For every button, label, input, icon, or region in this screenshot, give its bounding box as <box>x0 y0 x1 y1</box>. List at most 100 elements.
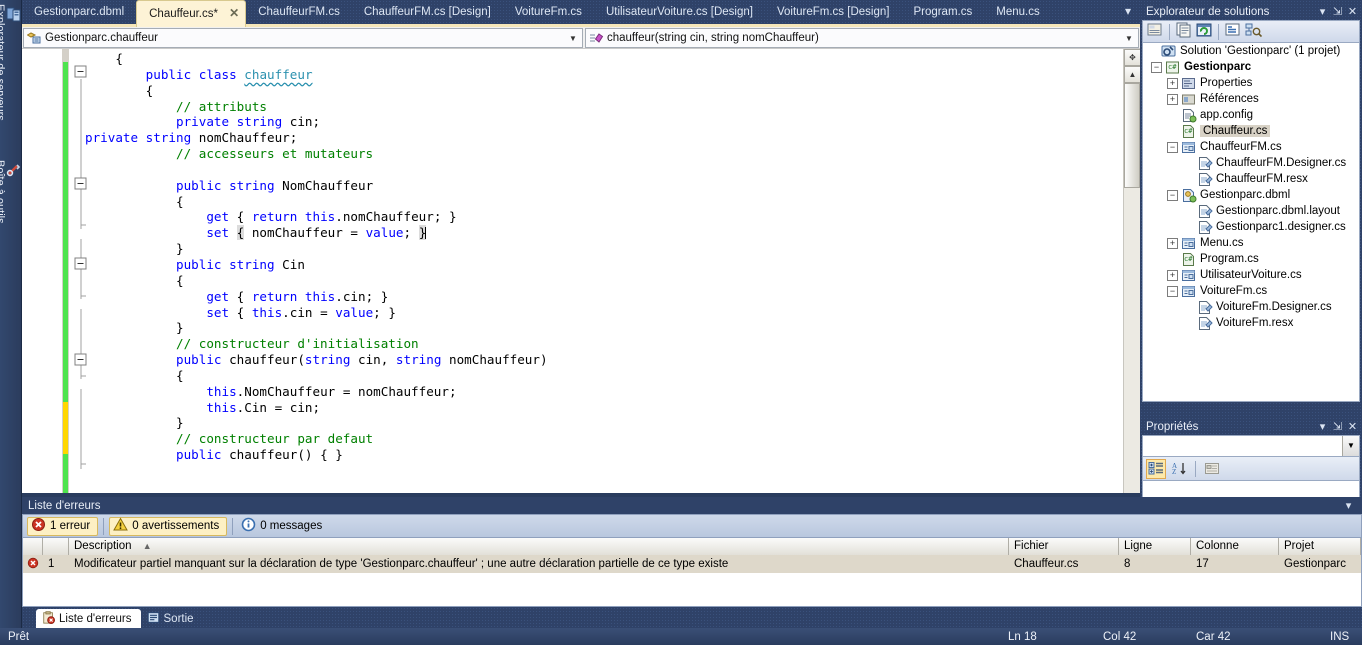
filter-messages-button[interactable]: 0 messages <box>238 517 329 536</box>
col-number[interactable] <box>43 538 69 555</box>
error-list-table[interactable]: Description ▲ Fichier Ligne Colonne Proj… <box>22 538 1362 607</box>
form-icon <box>1181 140 1197 155</box>
scroll-split-button[interactable]: ✥ <box>1124 49 1140 66</box>
class-diagram-icon[interactable] <box>1244 22 1262 41</box>
chevron-down-icon[interactable]: ▼ <box>1122 29 1136 47</box>
close-icon[interactable]: ✕ <box>229 6 239 20</box>
tree-item-gestionparc1-designer-cs[interactable]: Gestionparc1.designer.cs <box>1143 219 1359 235</box>
table-row[interactable]: 1 Modificateur partiel manquant sur la d… <box>23 555 1361 573</box>
code-line: } <box>85 415 184 430</box>
member-selector-dropdown[interactable]: chauffeur(string cin, string nomChauffeu… <box>585 28 1139 48</box>
scroll-up-arrow-icon[interactable]: ▲ <box>1124 66 1140 83</box>
editor-vertical-scrollbar[interactable]: ✥ ▲ <box>1123 49 1140 493</box>
tree-item-chauffeurfm-resx[interactable]: ChauffeurFM.resx <box>1143 171 1359 187</box>
editor-tab-gestionparc-dbml[interactable]: Gestionparc.dbml <box>22 0 136 24</box>
tree-item-voiturefm-designer-cs[interactable]: VoitureFm.Designer.cs <box>1143 299 1359 315</box>
col-icon[interactable] <box>23 538 43 555</box>
col-line[interactable]: Ligne <box>1119 538 1191 555</box>
close-icon[interactable]: ✕ <box>1345 5 1360 18</box>
expand-expander[interactable]: + <box>1167 270 1178 281</box>
expand-expander[interactable]: + <box>1167 238 1178 249</box>
row-column: 17 <box>1191 558 1279 570</box>
tree-item-label: Gestionparc.dbml <box>1200 189 1290 201</box>
vertical-tab-server-explorer[interactable]: Explorateur de serveurs <box>0 0 22 150</box>
designer-file-icon <box>1197 204 1213 219</box>
close-icon[interactable]: ✕ <box>1345 420 1360 433</box>
editor-tab-chauffeurfm-cs[interactable]: ChauffeurFM.cs <box>246 0 352 24</box>
editor-tab-menu-cs[interactable]: Menu.cs <box>984 0 1051 24</box>
editor-tab-program-cs[interactable]: Program.cs <box>901 0 984 24</box>
col-column[interactable]: Colonne <box>1191 538 1279 555</box>
col-file[interactable]: Fichier <box>1009 538 1119 555</box>
code-line: { <box>85 194 184 209</box>
tree-item-project-gestionparc[interactable]: − c# Gestionparc <box>1143 59 1359 75</box>
code-line: } <box>85 320 184 335</box>
code-line: // constructeur d'initialisation <box>85 336 419 351</box>
tree-item-chauffeur-cs[interactable]: c# Chauffeur.cs <box>1143 123 1359 139</box>
tree-item-chauffeurfm-designer-cs[interactable]: ChauffeurFM.Designer.cs <box>1143 155 1359 171</box>
filter-warnings-button[interactable]: 0 avertissements <box>109 517 227 536</box>
tree-item-gestionparc-dbml-layout[interactable]: Gestionparc.dbml.layout <box>1143 203 1359 219</box>
tree-item-utilisateurvoiture-cs[interactable]: + UtilisateurVoiture.cs <box>1143 267 1359 283</box>
collapse-expander[interactable]: − <box>1151 62 1162 73</box>
tab-overflow-chevron-down-icon[interactable]: ▾ <box>1120 4 1136 20</box>
collapse-expander[interactable]: − <box>1167 142 1178 153</box>
code-line: { <box>85 83 153 98</box>
editor-tab-voiturefm-design[interactable]: VoitureFm.cs [Design] <box>765 0 901 24</box>
chevron-down-icon[interactable]: ▾ <box>1315 420 1330 433</box>
editor-tab-utilisateurvoiture-design[interactable]: UtilisateurVoiture.cs [Design] <box>594 0 765 24</box>
tree-item-chauffeurfm-cs[interactable]: − ChauffeurFM.cs <box>1143 139 1359 155</box>
csharp-project-icon: c# <box>1165 60 1181 75</box>
expand-expander[interactable]: + <box>1167 78 1178 89</box>
tree-item-gestionparc-dbml[interactable]: − Gestionparc.dbml <box>1143 187 1359 203</box>
tree-item-app-config[interactable]: app.config <box>1143 107 1359 123</box>
show-all-files-icon[interactable] <box>1175 22 1193 41</box>
scrollbar-thumb[interactable] <box>1124 83 1140 188</box>
chevron-down-icon[interactable]: ▼ <box>1342 436 1359 456</box>
tree-item-voiturefm-cs[interactable]: − VoitureFm.cs <box>1143 283 1359 299</box>
properties-object-selector[interactable]: ▼ <box>1142 435 1360 457</box>
bottom-tab-label: Sortie <box>164 613 194 625</box>
chevron-down-icon[interactable]: ▼ <box>566 29 580 47</box>
type-selector-dropdown[interactable]: Gestionparc.chauffeur ▼ <box>23 28 583 48</box>
source-code[interactable]: { public class chauffeur { // attributs … <box>85 49 1118 493</box>
code-line: // attributs <box>85 99 267 114</box>
code-editor: Gestionparc.chauffeur ▼ chauffeur(string… <box>22 27 1140 493</box>
pin-icon[interactable]: ⇲ <box>1330 420 1345 433</box>
saved-change-marker <box>63 454 68 493</box>
chevron-down-icon[interactable]: ▾ <box>1341 499 1356 512</box>
categorized-icon[interactable] <box>1146 459 1166 479</box>
bottom-tool-tabs: Liste d'erreurs Sortie <box>22 607 1362 628</box>
expand-expander[interactable]: + <box>1167 94 1178 105</box>
solution-icon <box>1161 44 1177 59</box>
tree-item-program-cs[interactable]: c# Program.cs <box>1143 251 1359 267</box>
properties-icon[interactable] <box>1146 22 1164 41</box>
filter-errors-button[interactable]: 1 erreur <box>27 517 98 536</box>
col-project[interactable]: Projet <box>1279 538 1361 555</box>
bottom-tab-output[interactable]: Sortie <box>141 610 203 628</box>
collapse-expander[interactable]: − <box>1167 190 1178 201</box>
tree-item-menu-cs[interactable]: + Menu.cs <box>1143 235 1359 251</box>
editor-tab-chauffeur-cs[interactable]: Chauffeur.cs* ✕ <box>136 0 246 27</box>
pin-icon[interactable]: ⇲ <box>1330 5 1345 18</box>
tree-item-solution[interactable]: Solution 'Gestionparc' (1 projet) <box>1143 43 1359 59</box>
collapse-expander[interactable]: − <box>1167 286 1178 297</box>
designer-file-icon <box>1197 300 1213 315</box>
chevron-down-icon[interactable]: ▾ <box>1315 5 1330 18</box>
editor-tab-voiturefm-cs[interactable]: VoitureFm.cs <box>503 0 594 24</box>
editor-tab-chauffeurfm-design[interactable]: ChauffeurFM.cs [Design] <box>352 0 503 24</box>
alphabetical-icon[interactable]: AZ <box>1169 459 1189 479</box>
vertical-tab-toolbox[interactable]: Boîte à outils <box>0 156 22 251</box>
refresh-icon[interactable] <box>1195 22 1213 41</box>
properties-object-input[interactable] <box>1143 436 1342 456</box>
view-code-icon[interactable] <box>1224 22 1242 41</box>
property-pages-icon[interactable] <box>1202 459 1222 479</box>
tree-item-voiturefm-resx[interactable]: VoitureFm.resx <box>1143 315 1359 331</box>
bottom-tab-error-list[interactable]: Liste d'erreurs <box>36 609 141 628</box>
solution-tree[interactable]: Solution 'Gestionparc' (1 projet) − c# G… <box>1142 42 1360 402</box>
tree-item-label: Chauffeur.cs <box>1200 125 1270 137</box>
col-description[interactable]: Description ▲ <box>69 538 1009 555</box>
code-text-area[interactable]: { public class chauffeur { // attributs … <box>22 49 1140 493</box>
tree-item-references[interactable]: + Références <box>1143 91 1359 107</box>
tree-item-properties[interactable]: + Properties <box>1143 75 1359 91</box>
